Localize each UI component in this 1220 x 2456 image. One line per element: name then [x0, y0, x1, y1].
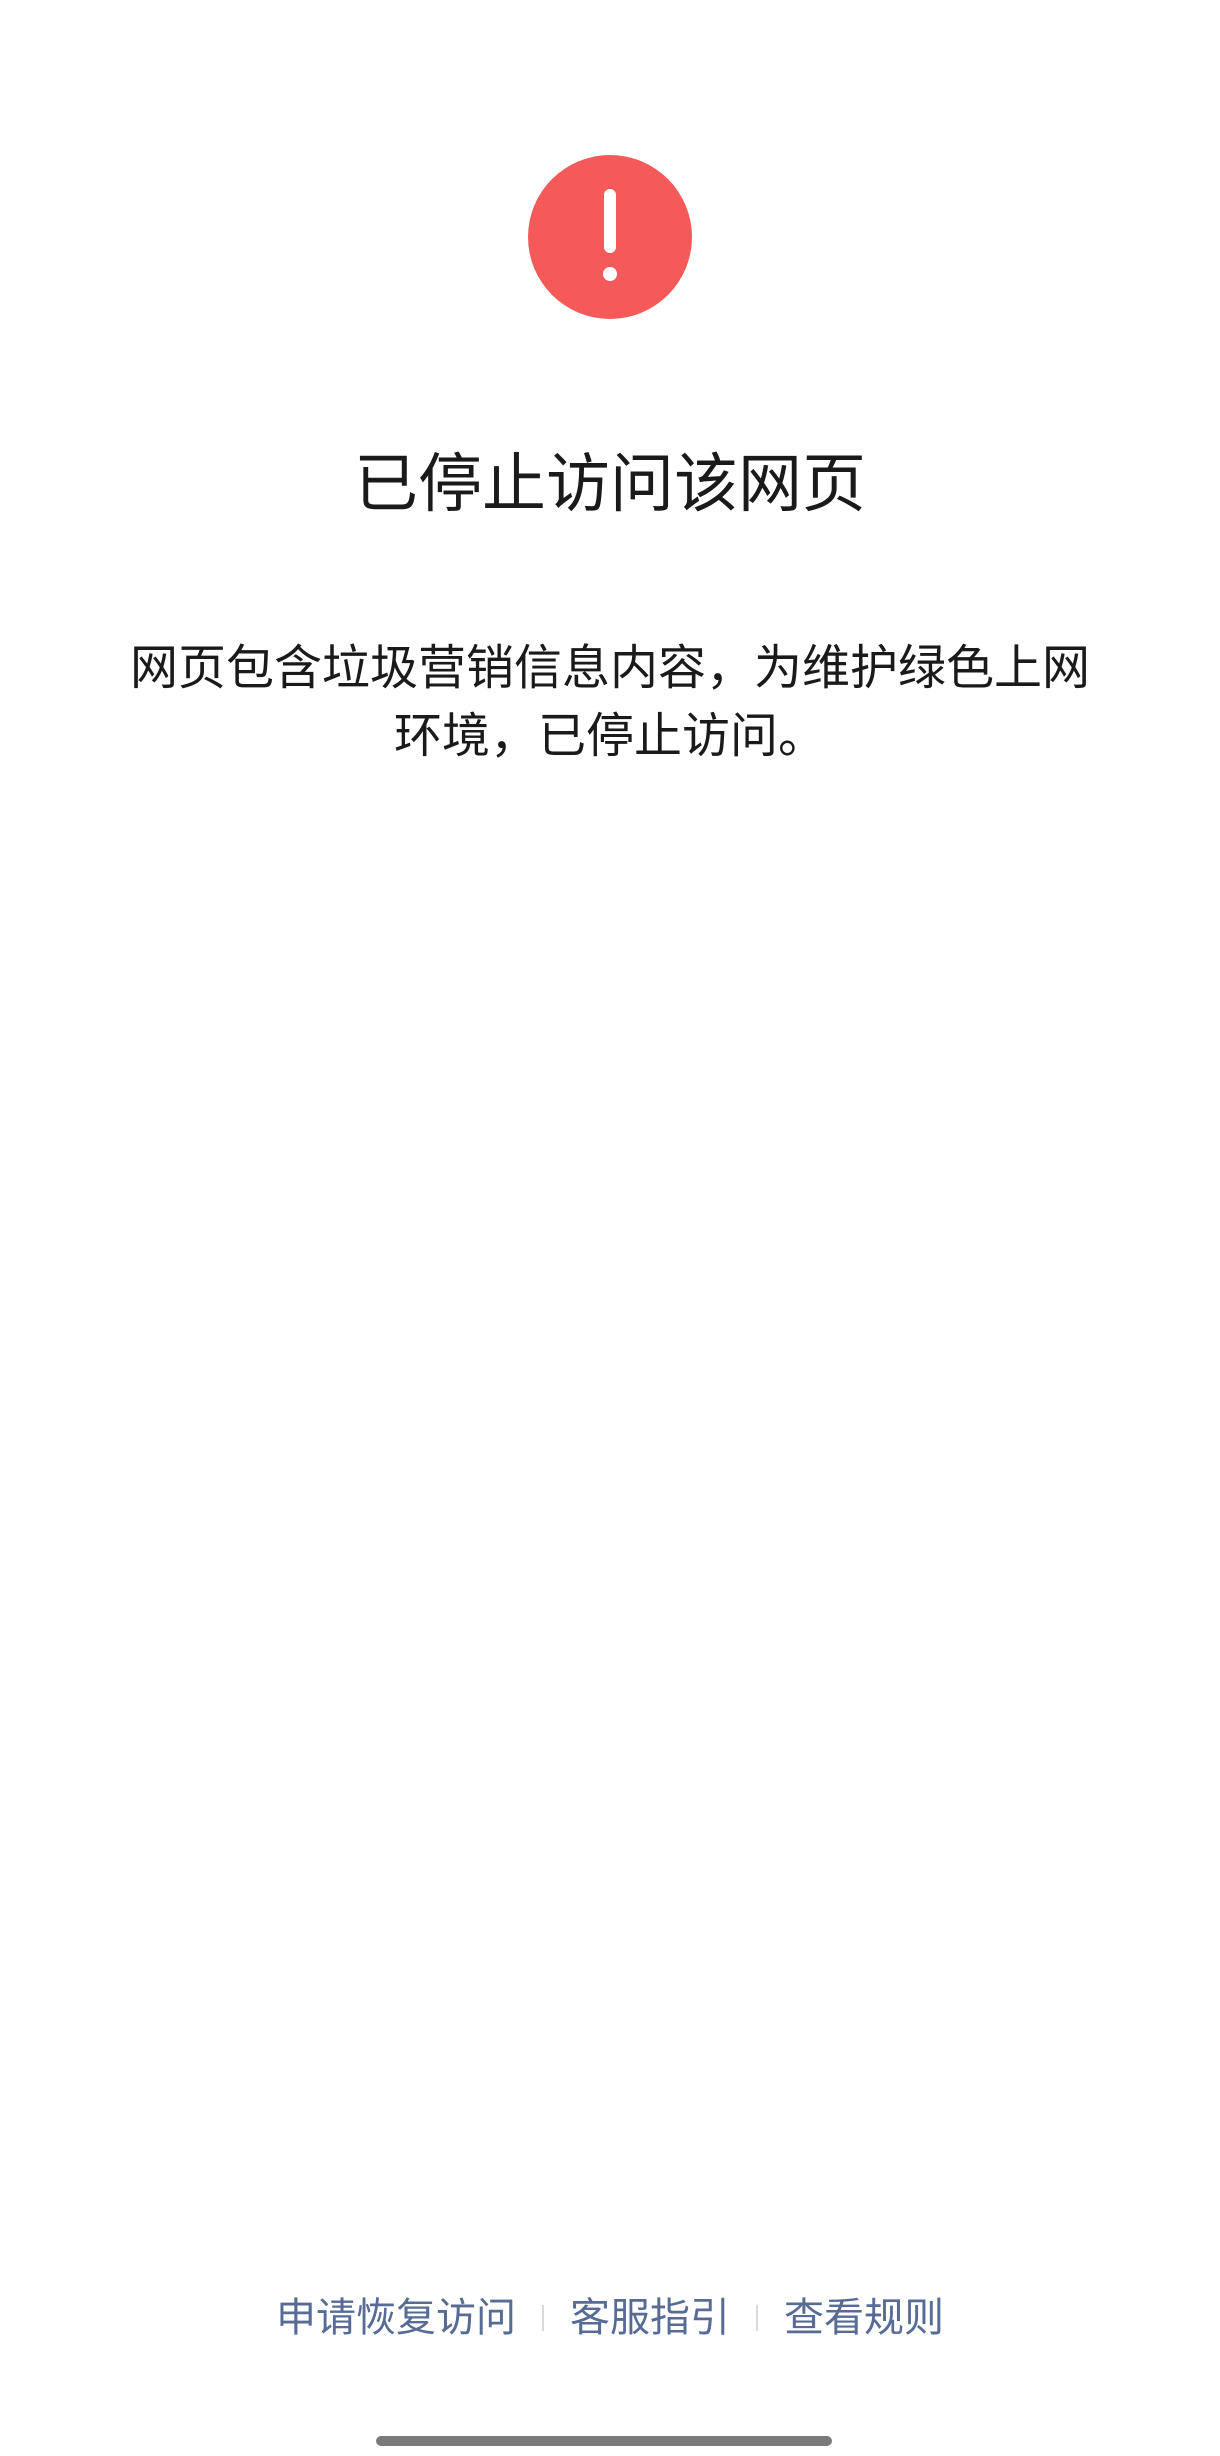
footer-divider	[542, 2305, 544, 2331]
exclamation-bar	[604, 189, 616, 253]
footer-links: 申请恢复访问 客服指引 查看规则	[0, 2288, 1220, 2348]
home-indicator[interactable]	[376, 2436, 832, 2446]
exclamation-dot	[603, 267, 617, 281]
appeal-restore-access-link[interactable]: 申请恢复访问	[276, 2288, 516, 2348]
block-message: 网页包含垃圾营销信息内容，为维护绿色上网环境，已停止访问。	[129, 640, 1090, 764]
warning-icon-circle	[528, 155, 692, 319]
page-title: 已停止访问该网页	[354, 448, 866, 522]
footer-divider	[756, 2305, 758, 2331]
customer-service-guide-link[interactable]: 客服指引	[570, 2288, 730, 2348]
view-rules-link[interactable]: 查看规则	[784, 2288, 944, 2348]
